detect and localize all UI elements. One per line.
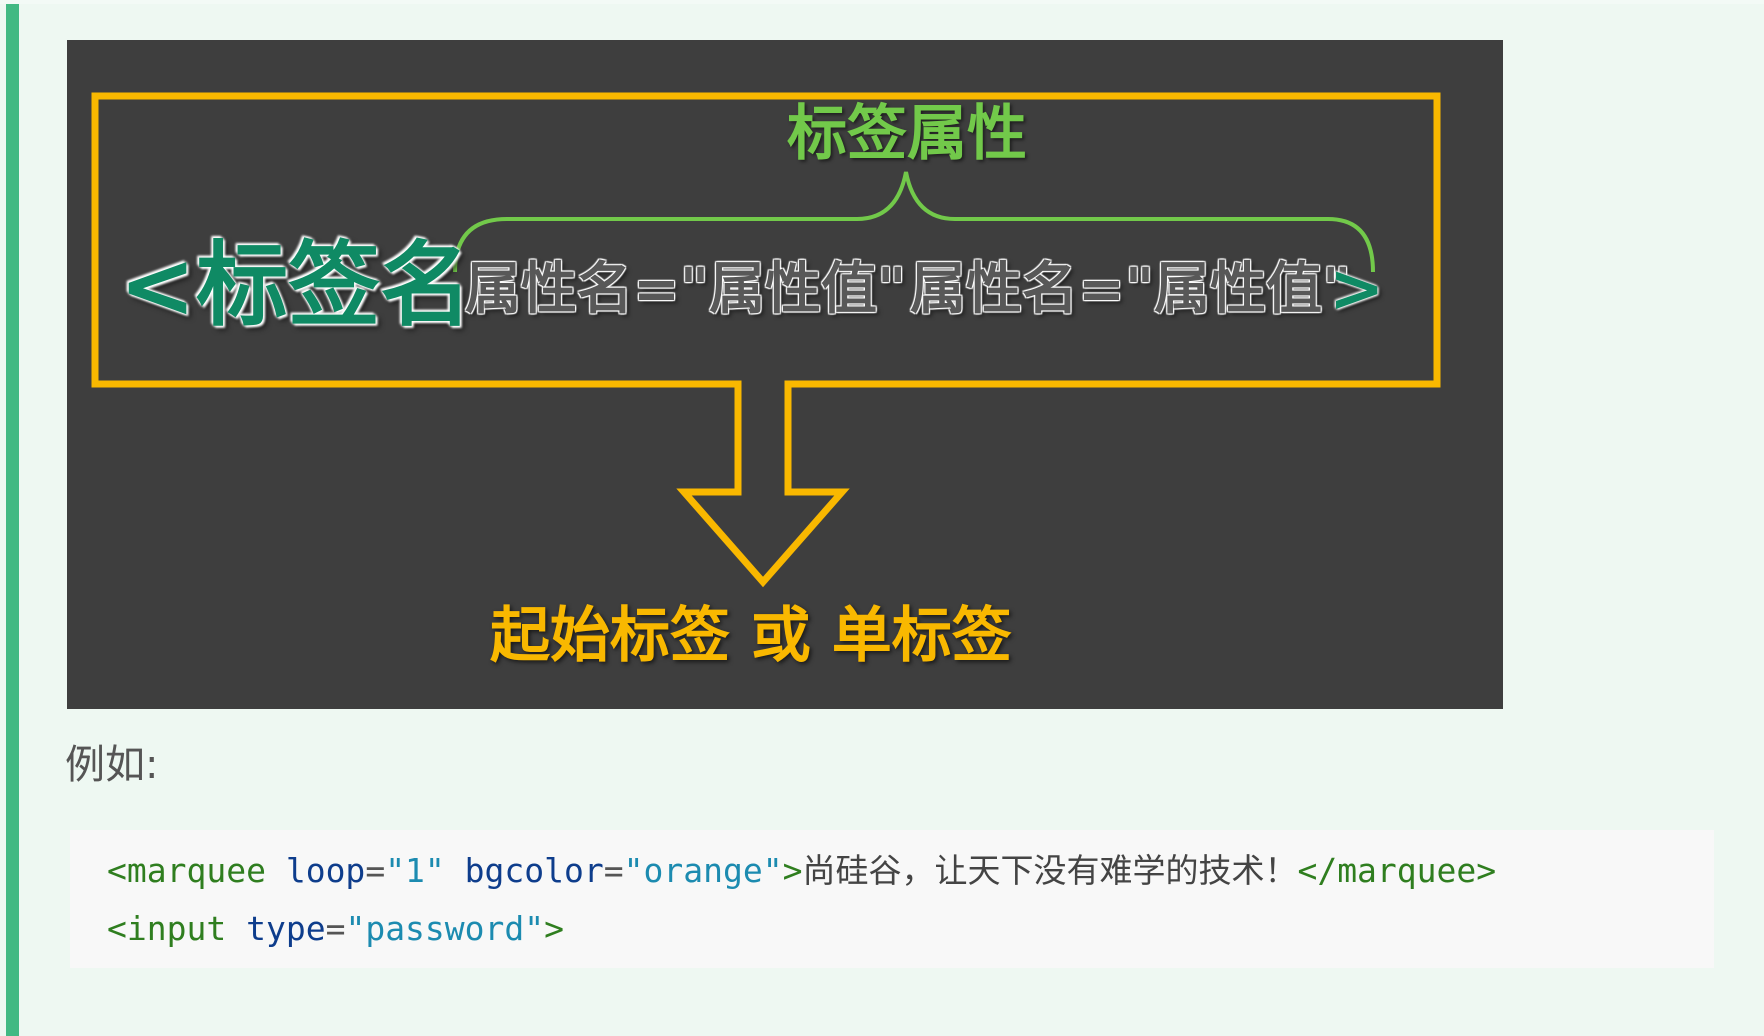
code-attr-name: bgcolor	[464, 851, 604, 890]
code-equals: =	[365, 851, 386, 890]
code-tag-end: >	[544, 909, 565, 948]
code-text-content: 尚硅谷，让天下没有难学的技术！	[802, 851, 1298, 890]
code-block: <marquee loop="1" bgcolor="orange">尚硅谷，让…	[70, 830, 1714, 968]
code-line-2: <input type="password">	[107, 912, 564, 945]
code-equals: =	[325, 909, 346, 948]
frame-with-down-arrow	[91, 92, 1441, 588]
diagram-caption: 起始标签 或 单标签	[490, 601, 1012, 671]
code-attr-value: "password"	[345, 909, 545, 948]
code-attr-name: loop	[285, 851, 366, 890]
code-tag-open: <input	[107, 909, 227, 948]
tag-name-open: <标签名	[119, 232, 473, 339]
tag-close-bracket: >	[1329, 250, 1385, 327]
code-line-1: <marquee loop="1" bgcolor="orange">尚硅谷，让…	[107, 854, 1496, 887]
code-tag-close: </marquee>	[1297, 851, 1497, 890]
tip-block: 标签属性 <标签名 属性名="属性值" 属性名="属性值" > 起始标签 或 单…	[0, 0, 1764, 1036]
code-attr-value: "orange"	[623, 851, 783, 890]
code-attr-name: type	[246, 909, 326, 948]
code-attr-value: "1"	[385, 851, 445, 890]
attribute-pair-1: 属性名="属性值"	[465, 257, 907, 322]
tag-syntax-diagram: 标签属性 <标签名 属性名="属性值" 属性名="属性值" > 起始标签 或 单…	[67, 40, 1503, 709]
code-tag-open: <marquee	[107, 851, 266, 890]
attribute-pair-2: 属性名="属性值"	[910, 257, 1352, 322]
attribute-title: 标签属性	[787, 99, 1027, 169]
example-label: 例如:	[65, 742, 159, 788]
tip-left-border	[6, 4, 19, 1036]
code-tag-end: >	[782, 851, 803, 890]
code-equals: =	[603, 851, 624, 890]
